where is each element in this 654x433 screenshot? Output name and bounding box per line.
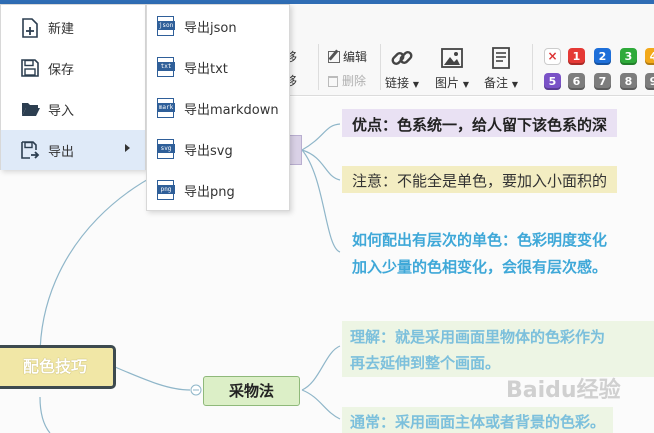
export-markdown-label: 导出markdown bbox=[184, 103, 279, 118]
edit-label: 编辑 bbox=[343, 50, 368, 64]
branch-node-caiwufa[interactable]: 采物法 bbox=[203, 376, 300, 406]
export-svg-label: 导出svg bbox=[184, 144, 233, 159]
menu-item-label: 导出 bbox=[48, 145, 75, 160]
note-label: 备注 bbox=[484, 76, 509, 90]
image-button[interactable]: 图片 ▼ bbox=[435, 46, 469, 91]
export-markdown-item[interactable]: mark 导出markdown bbox=[147, 88, 289, 128]
export-txt-item[interactable]: txt 导出txt bbox=[147, 47, 289, 87]
new-file-icon bbox=[21, 18, 39, 42]
json-file-icon: json bbox=[157, 16, 175, 36]
export-json-item[interactable]: json 导出json bbox=[147, 6, 289, 46]
image-label: 图片 bbox=[435, 76, 460, 90]
menu-item-label: 保存 bbox=[48, 63, 75, 78]
image-icon bbox=[441, 48, 463, 68]
root-node[interactable]: 配色技巧 bbox=[0, 345, 116, 389]
note-button[interactable]: 备注 ▼ bbox=[484, 46, 518, 91]
toolbar-separator bbox=[318, 44, 319, 90]
node-tongchang[interactable]: 通常：采用画面主体或者背景的色彩。 bbox=[342, 407, 614, 433]
export-icon bbox=[21, 141, 41, 165]
node-lijie-line1: 理解：就是采用画面里物体的色彩作为 bbox=[350, 328, 606, 346]
export-svg-item[interactable]: svg 导出svg bbox=[147, 129, 289, 169]
delete-label: 删除 bbox=[342, 74, 367, 88]
menu-item-label: 导入 bbox=[48, 104, 75, 119]
menu-item-import[interactable]: 导入 bbox=[1, 89, 145, 129]
node-ruhe-line2[interactable]: 加入少量的色相变化，会很有层次感。 bbox=[352, 256, 607, 277]
priority-2-button[interactable]: 2 bbox=[594, 48, 611, 65]
collapsed-node[interactable] bbox=[288, 135, 302, 165]
folder-open-icon bbox=[21, 100, 41, 122]
png-file-icon: png bbox=[157, 180, 175, 200]
priority-5-button[interactable]: 5 bbox=[544, 73, 561, 90]
priority-6-button[interactable]: 6 bbox=[568, 73, 585, 90]
link-label: 链接 bbox=[385, 76, 410, 90]
export-txt-label: 导出txt bbox=[184, 62, 228, 77]
toolbar-separator bbox=[380, 44, 381, 90]
node-youdian[interactable]: 优点：色系统一，给人留下该色系的深 bbox=[342, 109, 618, 137]
toolbar-separator bbox=[532, 44, 533, 90]
priority-3-button[interactable]: 3 bbox=[620, 48, 637, 65]
node-lijie-line2: 再去延伸到整个画面。 bbox=[350, 354, 501, 372]
submenu-arrow-icon bbox=[125, 144, 130, 152]
export-png-item[interactable]: png 导出png bbox=[147, 170, 289, 210]
node-ruhe-line1[interactable]: 如何配出有层次的单色：色彩明度变化 bbox=[352, 229, 607, 250]
menu-item-save[interactable]: 保存 bbox=[1, 48, 145, 88]
node-zhuyi[interactable]: 注意：不能全是单色，要加入小面积的 bbox=[342, 166, 618, 193]
txt-file-icon: txt bbox=[157, 57, 175, 77]
priority-4-button[interactable]: 4 bbox=[645, 48, 654, 65]
link-dropdown-icon: ▼ bbox=[412, 80, 419, 89]
file-menu: 新建 保存 导入 导出 bbox=[0, 4, 146, 170]
priority-8-button[interactable]: 8 bbox=[620, 73, 637, 90]
priority-7-button[interactable]: 7 bbox=[594, 73, 611, 90]
markdown-file-icon: mark bbox=[157, 98, 175, 118]
export-json-label: 导出json bbox=[184, 21, 237, 36]
priority-9-button[interactable]: 9 bbox=[645, 73, 654, 90]
note-dropdown-icon: ▼ bbox=[511, 80, 518, 89]
watermark: Baidu经验 bbox=[506, 378, 621, 403]
link-icon bbox=[391, 51, 413, 65]
priority-1-button[interactable]: 1 bbox=[568, 48, 585, 65]
edit-icon bbox=[328, 49, 340, 63]
export-submenu: json 导出json txt 导出txt mark 导出markdown sv… bbox=[146, 4, 290, 211]
note-icon bbox=[492, 47, 510, 69]
link-button[interactable]: 链接 ▼ bbox=[385, 46, 419, 91]
priority-clear-button[interactable]: × bbox=[544, 48, 561, 65]
svg-file-icon: svg bbox=[157, 139, 175, 159]
menu-item-label: 新建 bbox=[48, 22, 75, 37]
delete-icon bbox=[328, 76, 338, 87]
save-icon bbox=[21, 59, 39, 81]
image-dropdown-icon: ▼ bbox=[462, 80, 469, 89]
menu-item-export[interactable]: 导出 bbox=[1, 130, 145, 170]
menu-item-new[interactable]: 新建 bbox=[1, 7, 145, 47]
delete-button[interactable]: 删除 bbox=[328, 72, 366, 89]
edit-button[interactable]: 编辑 bbox=[328, 48, 367, 65]
export-png-label: 导出png bbox=[184, 185, 235, 200]
